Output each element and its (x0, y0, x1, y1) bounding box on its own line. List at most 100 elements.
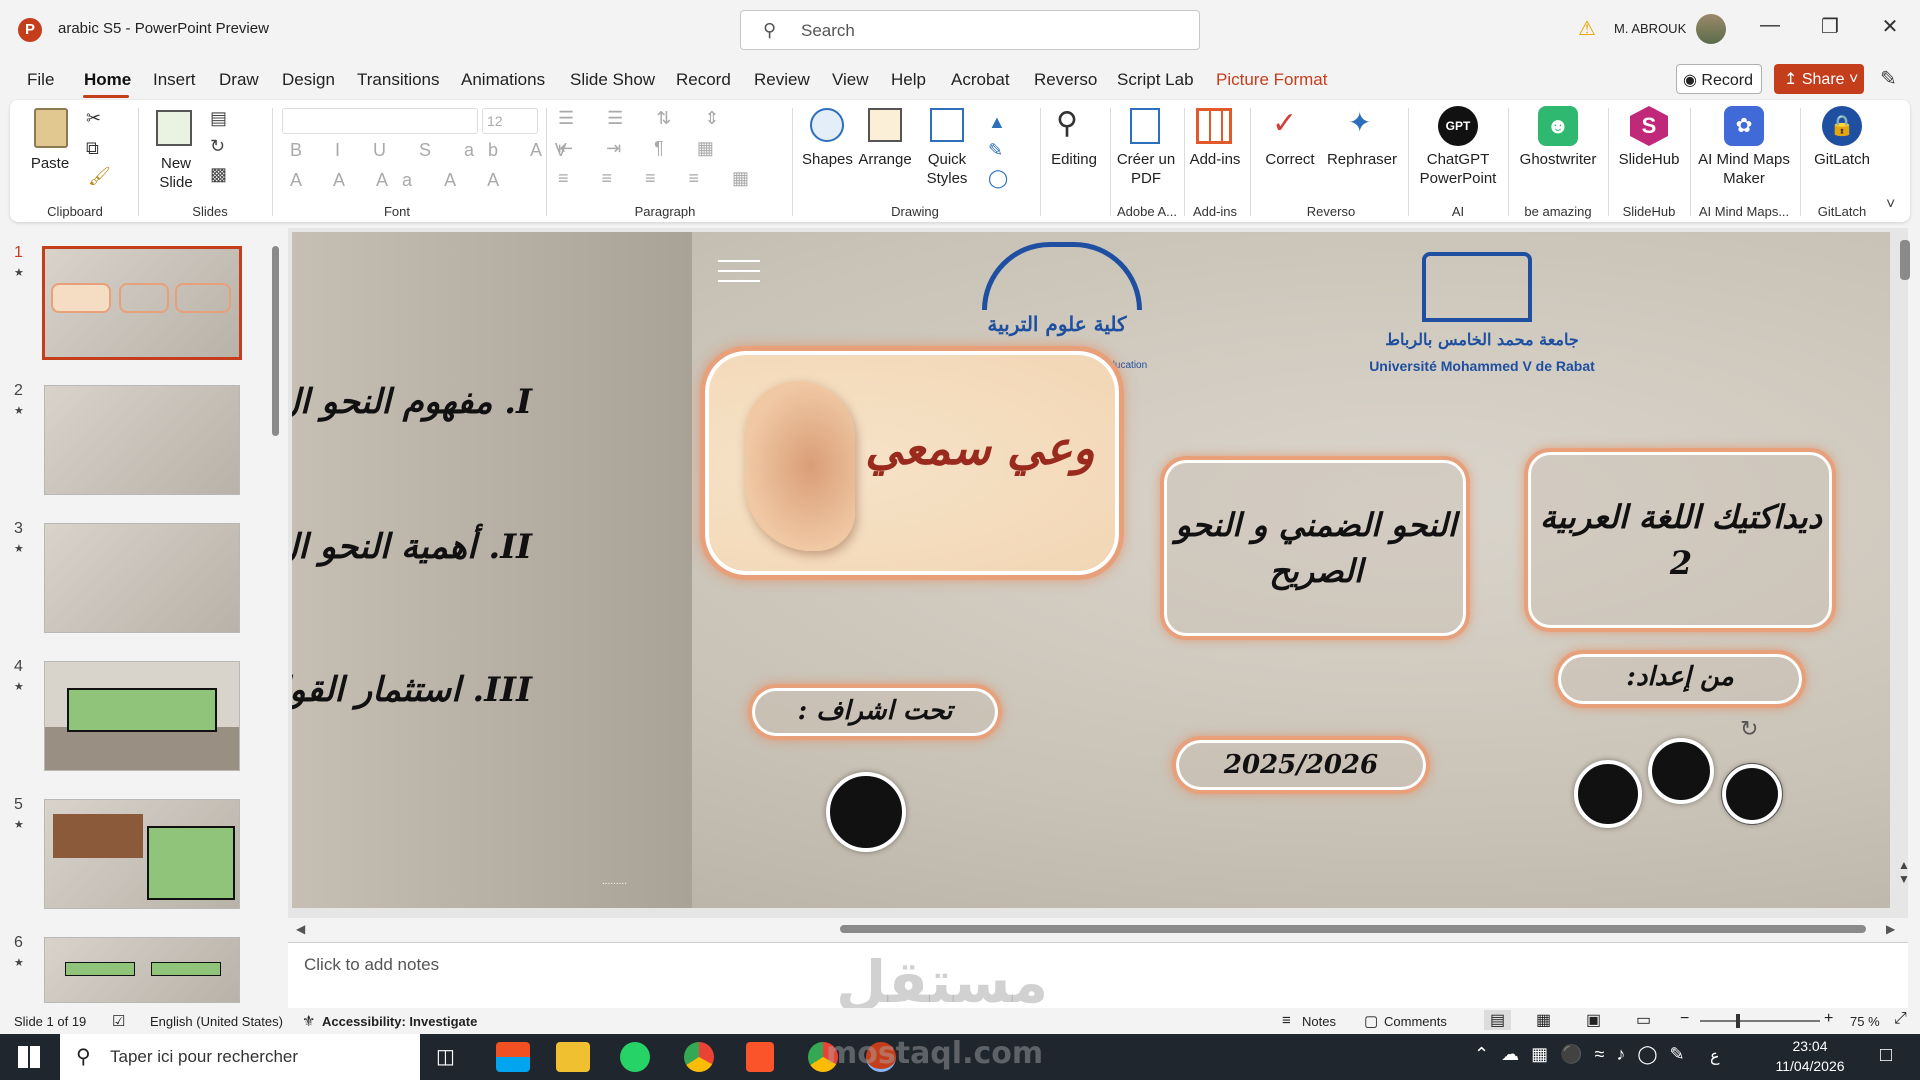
tab-insert[interactable]: Insert (153, 70, 196, 90)
brave-icon[interactable] (746, 1042, 774, 1072)
format-painter-icon[interactable]: 🖌 (88, 166, 111, 187)
shape-fill-icons[interactable]: ▲ ✎ ◯ (988, 108, 1008, 192)
canvas-scrollbar-thumb[interactable] (1900, 240, 1910, 280)
chrome-icon[interactable] (684, 1042, 714, 1072)
tab-transitions[interactable]: Transitions (357, 70, 440, 90)
slide-1[interactable]: I. مفهوم النحو ال II. أهمية النحو ال III… (292, 232, 1890, 908)
minimize-button[interactable]: — (1750, 14, 1790, 37)
font-family-select[interactable] (282, 108, 478, 134)
close-button[interactable]: ✕ (1870, 14, 1910, 39)
reading-view-icon[interactable]: ▣ (1586, 1010, 1601, 1030)
align-buttons[interactable]: ≡ ≡ ≡ ≡ ▦ (558, 168, 763, 189)
task-view-icon[interactable]: ◫ (436, 1044, 455, 1069)
add-ins-button[interactable]: Add-ins (1186, 150, 1244, 169)
windows-start-icon[interactable] (18, 1046, 40, 1068)
spell-check-icon[interactable]: ☑ (112, 1012, 125, 1030)
slide-thumbnail-3[interactable] (44, 523, 240, 633)
slide-thumbnail-4[interactable] (44, 661, 240, 771)
share-button[interactable]: ↥ Share ˅ (1774, 64, 1864, 94)
tab-home[interactable]: Home (84, 70, 131, 90)
year-box[interactable]: 2025/2026 (1172, 736, 1430, 794)
record-button[interactable]: ◉ Record (1676, 64, 1762, 94)
cut-icon[interactable]: ✂ (86, 108, 101, 129)
zoom-level[interactable]: 75 % (1850, 1014, 1880, 1029)
notifications-icon[interactable]: □ (1880, 1044, 1892, 1067)
zoom-slider-thumb[interactable] (1736, 1014, 1740, 1028)
correct-button[interactable]: Correct (1260, 150, 1320, 169)
quick-styles-button[interactable]: Quick Styles (920, 150, 974, 188)
slide-thumbnail-1[interactable] (42, 246, 242, 360)
input-language[interactable]: ع (1710, 1046, 1720, 1066)
tab-animations[interactable]: Animations (461, 70, 545, 90)
gitlatch-button[interactable]: GitLatch (1804, 150, 1880, 169)
rotate-handle-icon[interactable]: ↻ (1740, 716, 1758, 742)
tab-help[interactable]: Help (891, 70, 926, 90)
shapes-button[interactable]: Shapes (802, 150, 853, 169)
font-size-select[interactable]: 12 (482, 108, 538, 134)
comments-toggle[interactable]: Comments (1384, 1014, 1447, 1029)
notes-pane[interactable]: Click to add notes (288, 942, 1908, 1008)
scrollbar-thumb[interactable] (272, 246, 279, 436)
whatsapp-icon[interactable] (620, 1042, 650, 1072)
student-avatar-icon[interactable] (1574, 760, 1642, 828)
reset-icon[interactable]: ↻ (210, 136, 225, 157)
accessibility-status[interactable]: Accessibility: Investigate (322, 1014, 477, 1029)
horizontal-scrollbar[interactable]: ◀ ▶ (288, 918, 1908, 940)
tab-file[interactable]: File (27, 70, 54, 90)
supervisor-avatar-icon[interactable] (826, 772, 906, 852)
indent-buttons[interactable]: ⇤ ⇥ ¶ ▦ (558, 138, 728, 159)
scroll-right-icon[interactable]: ▶ (1886, 922, 1895, 936)
tab-design[interactable]: Design (282, 70, 335, 90)
editing-button[interactable]: Editing (1044, 150, 1104, 169)
supervised-by-box[interactable]: تحت اشراف : (748, 684, 1002, 740)
fit-slide-icon[interactable]: ⤢ (1894, 1010, 1907, 1028)
student-avatar-icon[interactable] (1721, 763, 1783, 825)
maximize-button[interactable]: ❐ (1810, 14, 1850, 39)
section-icon[interactable]: ▩ (210, 164, 227, 185)
tab-review[interactable]: Review (754, 70, 810, 90)
thumbnail-scrollbar[interactable] (270, 232, 280, 1002)
student-avatar-icon[interactable] (1648, 738, 1714, 804)
tab-acrobat[interactable]: Acrobat (951, 70, 1010, 90)
slideshow-icon[interactable]: ▭ (1636, 1010, 1651, 1030)
scroll-left-icon[interactable]: ◀ (296, 922, 305, 936)
user-name[interactable]: M. ABROUK (1614, 21, 1686, 36)
store-icon[interactable] (496, 1042, 530, 1072)
language-status[interactable]: English (United States) (150, 1014, 283, 1029)
notes-icon[interactable]: ≡ (1282, 1012, 1291, 1029)
slide-thumbnail-2[interactable] (44, 385, 240, 495)
title-box[interactable]: النحو الضمني و النحو الصريح (1160, 456, 1470, 640)
accessibility-icon[interactable]: ⚜ (302, 1012, 315, 1030)
subject-box[interactable]: ديداكتيك اللغة العربية 2 (1524, 448, 1836, 632)
tab-picture-format[interactable]: Picture Format (1216, 70, 1327, 90)
create-pdf-button[interactable]: Créer un PDF (1114, 150, 1178, 188)
warning-icon[interactable]: ⚠ (1578, 16, 1596, 41)
clock-date[interactable]: 11/04/2026 (1766, 1058, 1854, 1074)
slide-count[interactable]: Slide 1 of 19 (14, 1014, 86, 1029)
slide-thumbnail-5[interactable] (44, 799, 240, 909)
tab-draw[interactable]: Draw (219, 70, 259, 90)
arrange-button[interactable]: Arrange (858, 150, 912, 169)
paste-button[interactable]: Paste (24, 154, 76, 173)
slide-thumbnail-6[interactable] (44, 937, 240, 1003)
system-tray-icons[interactable]: ⌃☁▦⚫≈♪◯✎ (1474, 1044, 1697, 1065)
zoom-slider[interactable] (1700, 1020, 1820, 1022)
ear-illustration[interactable]: وعي سمعي (700, 346, 1124, 580)
ai-mind-maps-button[interactable]: AI Mind Maps Maker (1694, 150, 1794, 188)
avatar[interactable] (1696, 14, 1726, 44)
list-buttons[interactable]: ☰ ☰ ⇅ ⇕ (558, 108, 733, 129)
slidehub-button[interactable]: SlideHub (1610, 150, 1688, 169)
layout-icon[interactable]: ▤ (210, 108, 227, 129)
rephraser-button[interactable]: Rephraser (1324, 150, 1400, 169)
font-color-buttons[interactable]: A A Aa A A (290, 170, 513, 191)
copy-icon[interactable]: ⧉ (86, 138, 99, 159)
chatgpt-button[interactable]: ChatGPT PowerPoint (1410, 150, 1506, 188)
normal-view-icon[interactable]: ▤ (1484, 1010, 1512, 1030)
new-slide-button[interactable]: New Slide (146, 154, 206, 192)
comments-icon[interactable]: ▢ (1364, 1012, 1378, 1030)
tab-reverso[interactable]: Reverso (1034, 70, 1097, 90)
taskbar-search-input[interactable]: ⚲ Taper ici pour rechercher (60, 1034, 420, 1080)
notes-toggle[interactable]: Notes (1302, 1014, 1336, 1029)
tab-script-lab[interactable]: Script Lab (1117, 70, 1194, 90)
slide-sorter-icon[interactable]: ▦ (1536, 1010, 1551, 1030)
